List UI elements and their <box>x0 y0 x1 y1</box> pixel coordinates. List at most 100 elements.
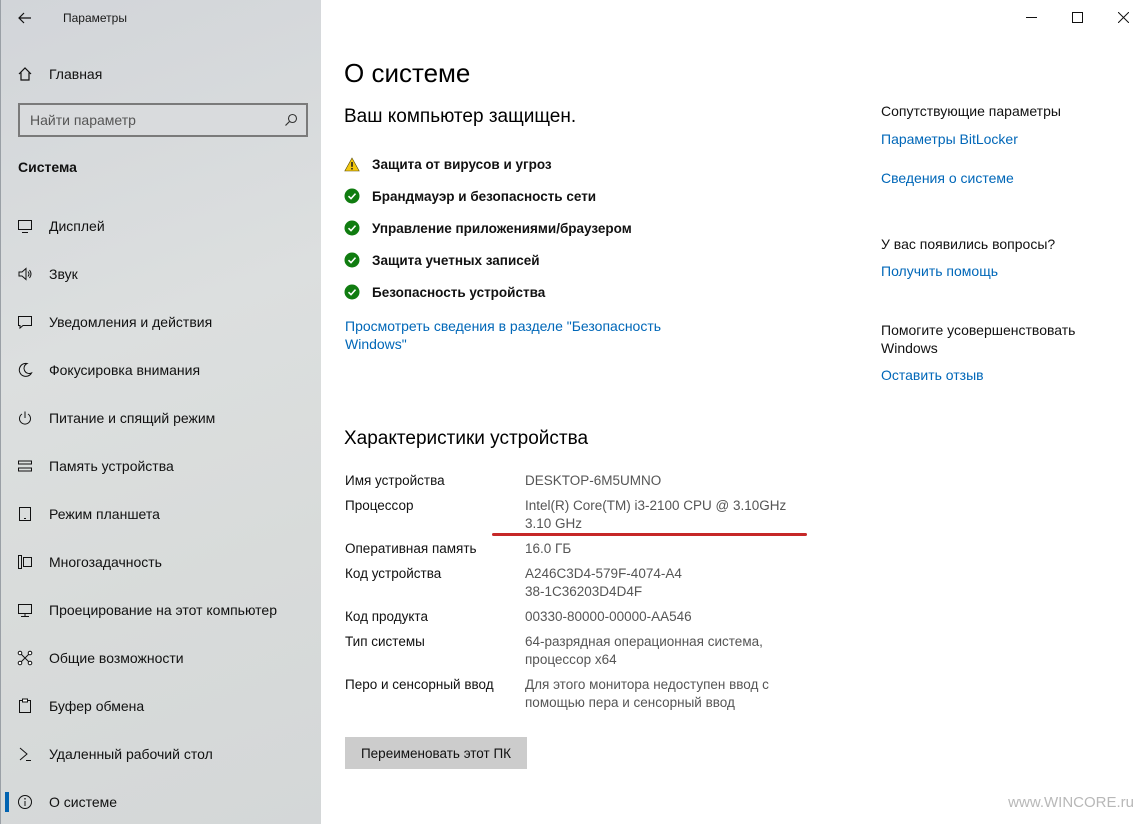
sidebar-item-label: Память устройства <box>49 458 174 474</box>
sidebar-item-power[interactable]: Питание и спящий режим <box>1 394 322 442</box>
close-icon <box>1117 11 1129 23</box>
sidebar-item-label: О системе <box>49 794 118 810</box>
spec-key: Перо и сенсорный ввод <box>345 677 494 692</box>
spec-row-device-id: Код устройства A246C3D4-579F-4074-A438-1… <box>345 565 815 601</box>
improve-windows-heading: Помогите усовершенствовать Windows <box>881 322 1076 356</box>
remote-desktop-icon <box>19 747 31 761</box>
sidebar-item-label: Буфер обмена <box>49 698 145 714</box>
home-nav[interactable]: Главная <box>1 58 322 90</box>
sidebar-item-multitasking[interactable]: Многозадачность <box>1 538 322 586</box>
check-circle-icon <box>344 284 360 300</box>
sidebar-item-clipboard[interactable]: Буфер обмена <box>1 682 322 730</box>
sidebar-item-label: Многозадачность <box>49 554 162 570</box>
search-placeholder: Найти параметр <box>30 112 136 128</box>
shared-experiences-icon <box>17 650 33 666</box>
spec-row-ram: Оперативная память 16.0 ГБ <box>345 540 815 558</box>
spec-key: Тип системы <box>345 634 425 649</box>
sidebar-item-projecting[interactable]: Проецирование на этот компьютер <box>1 586 322 634</box>
get-help-link[interactable]: Получить помощь <box>881 262 1131 280</box>
minimize-button[interactable] <box>1008 0 1054 34</box>
sidebar-item-display[interactable]: Дисплей <box>1 202 322 250</box>
spec-value: 16.0 ГБ <box>525 541 572 556</box>
sidebar-item-storage[interactable]: Память устройства <box>1 442 322 490</box>
sidebar-item-notifications[interactable]: Уведомления и действия <box>1 298 322 346</box>
security-item-label: Защита учетных записей <box>372 252 540 268</box>
maximize-button[interactable] <box>1054 0 1100 34</box>
sidebar: Параметры Главная Найти параметр Система… <box>0 0 321 824</box>
security-details-link[interactable]: Просмотреть сведения в разделе "Безопасн… <box>345 317 685 353</box>
sidebar-item-label: Удаленный рабочий стол <box>49 746 213 762</box>
device-specs-heading: Характеристики устройства <box>344 428 589 449</box>
security-item-virus: Защита от вирусов и угроз <box>344 148 632 180</box>
sidebar-item-tablet[interactable]: Режим планшета <box>1 490 322 538</box>
spec-value: Intel(R) Core(TM) i3-2100 CPU @ 3.10GHz … <box>525 498 787 531</box>
questions-heading: У вас появились вопросы? <box>881 236 1056 252</box>
sidebar-item-label: Звук <box>49 266 78 282</box>
related-settings-panel: Сопутствующие параметры Параметры BitLoc… <box>881 102 1131 384</box>
maximize-icon <box>1071 11 1083 23</box>
bitlocker-link[interactable]: Параметры BitLocker <box>881 130 1131 148</box>
power-icon <box>19 411 31 425</box>
device-specs-table: Имя устройства DESKTOP-6M5UMNO Процессор… <box>345 472 815 719</box>
protected-heading: Ваш компьютер защищен. <box>344 106 577 127</box>
security-item-label: Брандмауэр и безопасность сети <box>372 188 597 204</box>
moon-icon <box>18 362 33 377</box>
security-item-app-browser: Управление приложениями/браузером <box>344 212 632 244</box>
sound-icon <box>18 267 32 281</box>
spec-value: 64-разрядная операционная система, проце… <box>525 634 763 667</box>
app-title: Параметры <box>63 11 127 25</box>
security-item-label: Управление приложениями/браузером <box>372 220 632 236</box>
section-heading: Система <box>18 159 77 175</box>
check-circle-icon <box>344 252 360 268</box>
title-bar: Параметры <box>1 0 322 36</box>
page-title: О системе <box>344 58 471 88</box>
sidebar-item-remote-desktop[interactable]: Удаленный рабочий стол <box>1 730 322 778</box>
spec-value: A246C3D4-579F-4074-A438-1C36203D4D4F <box>525 566 682 599</box>
warning-icon <box>344 156 360 171</box>
give-feedback-link[interactable]: Оставить отзыв <box>881 366 1131 384</box>
sidebar-nav: Дисплей Звук Уведомления и действия Фоку… <box>1 202 322 824</box>
home-label: Главная <box>49 66 103 82</box>
security-item-device: Безопасность устройства <box>344 276 632 308</box>
spec-key: Имя устройства <box>345 473 445 488</box>
sidebar-item-about[interactable]: О системе <box>1 778 322 824</box>
sidebar-item-label: Проецирование на этот компьютер <box>49 602 277 618</box>
spec-value: DESKTOP-6M5UMNO <box>525 473 662 488</box>
notifications-icon <box>18 316 32 330</box>
search-input[interactable]: Найти параметр <box>18 103 308 137</box>
sidebar-item-sound[interactable]: Звук <box>1 250 322 298</box>
sidebar-item-focus[interactable]: Фокусировка внимания <box>1 346 322 394</box>
spec-key: Процессор <box>345 498 414 513</box>
spec-row-device-name: Имя устройства DESKTOP-6M5UMNO <box>345 472 815 490</box>
security-item-label: Защита от вирусов и угроз <box>372 156 552 172</box>
rename-pc-button[interactable]: Переименовать этот ПК <box>345 737 527 769</box>
spec-row-processor: Процессор Intel(R) Core(TM) i3-2100 CPU … <box>345 497 815 533</box>
spec-row-product-id: Код продукта 00330-80000-00000-AA546 <box>345 608 815 626</box>
window-controls <box>1008 0 1146 34</box>
tablet-icon <box>19 507 31 521</box>
back-arrow-icon <box>18 12 31 24</box>
sidebar-item-label: Режим планшета <box>49 506 160 522</box>
security-item-account: Защита учетных записей <box>344 244 632 276</box>
spec-key: Код устройства <box>345 566 442 581</box>
info-icon <box>18 795 32 809</box>
sidebar-item-label: Фокусировка внимания <box>49 362 201 378</box>
sidebar-item-label: Дисплей <box>49 218 105 234</box>
spec-value: 00330-80000-00000-AA546 <box>525 609 692 624</box>
sidebar-item-label: Питание и спящий режим <box>49 410 216 426</box>
system-info-link[interactable]: Сведения о системе <box>881 169 1131 187</box>
spec-value: Для этого монитора недоступен ввод с пом… <box>525 677 769 710</box>
sidebar-item-shared[interactable]: Общие возможности <box>1 634 322 682</box>
check-circle-icon <box>344 220 360 236</box>
back-button[interactable] <box>1 0 49 36</box>
security-status-list: Защита от вирусов и угроз Брандмауэр и б… <box>344 148 632 308</box>
projecting-icon <box>18 604 32 617</box>
multitasking-icon <box>18 555 32 569</box>
spec-row-system-type: Тип системы 64-разрядная операционная си… <box>345 633 815 669</box>
related-settings-heading: Сопутствующие параметры <box>881 103 1061 119</box>
home-icon <box>18 67 32 81</box>
search-icon <box>285 113 298 126</box>
security-item-firewall: Брандмауэр и безопасность сети <box>344 180 632 212</box>
close-button[interactable] <box>1100 0 1146 34</box>
storage-icon <box>18 460 32 472</box>
